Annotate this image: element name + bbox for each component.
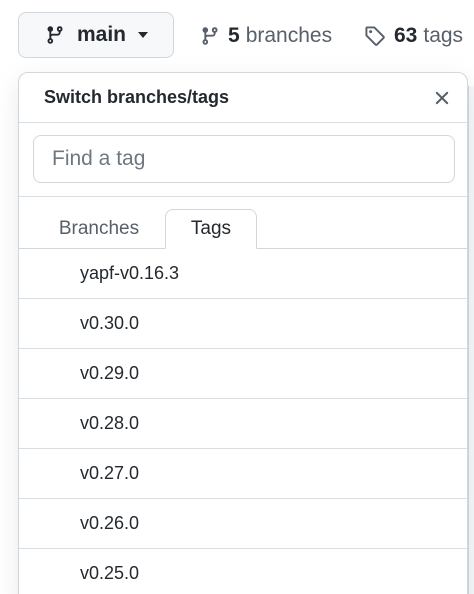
- close-icon[interactable]: [431, 87, 453, 109]
- filter-section: [19, 123, 467, 197]
- git-branch-icon: [47, 26, 63, 44]
- tag-list-item[interactable]: v0.27.0: [19, 449, 467, 499]
- tab-branches[interactable]: Branches: [39, 209, 159, 249]
- dropdown-title: Switch branches/tags: [44, 87, 230, 107]
- tag-list-item[interactable]: v0.26.0: [19, 499, 467, 549]
- tag-list-item[interactable]: yapf-v0.16.3: [19, 249, 467, 299]
- switch-branches-tags-dropdown: Switch branches/tags Branches Tags yapf-…: [18, 72, 468, 594]
- tag-list-item[interactable]: v0.28.0: [19, 399, 467, 449]
- find-tag-input[interactable]: [33, 135, 455, 183]
- tags-label: tags: [423, 24, 464, 47]
- tag-icon: [365, 26, 385, 46]
- tag-list-item[interactable]: v0.29.0: [19, 349, 467, 399]
- branches-label: branches: [245, 24, 333, 47]
- tab-bar: Branches Tags: [19, 197, 467, 249]
- git-branch-icon: [202, 27, 218, 45]
- page: main 5 branches 63 tags Switch branches/…: [0, 0, 474, 594]
- tags-counter-link[interactable]: 63 tags: [364, 22, 463, 50]
- dropdown-header: Switch branches/tags: [19, 73, 467, 123]
- tags-count: 63: [394, 24, 418, 47]
- branch-selector-label: main: [77, 23, 127, 46]
- tab-tags[interactable]: Tags: [165, 209, 257, 249]
- tag-list-item[interactable]: v0.25.0: [19, 549, 467, 594]
- tag-list-item[interactable]: v0.30.0: [19, 299, 467, 349]
- branch-selector-button[interactable]: main: [18, 12, 174, 58]
- branches-count: 5: [228, 24, 240, 47]
- branches-counter-link[interactable]: 5 branches: [200, 22, 332, 50]
- tag-list: yapf-v0.16.3 v0.30.0 v0.29.0 v0.28.0 v0.…: [19, 249, 467, 594]
- caret-down-icon: [138, 32, 149, 38]
- background-edge: [468, 86, 474, 594]
